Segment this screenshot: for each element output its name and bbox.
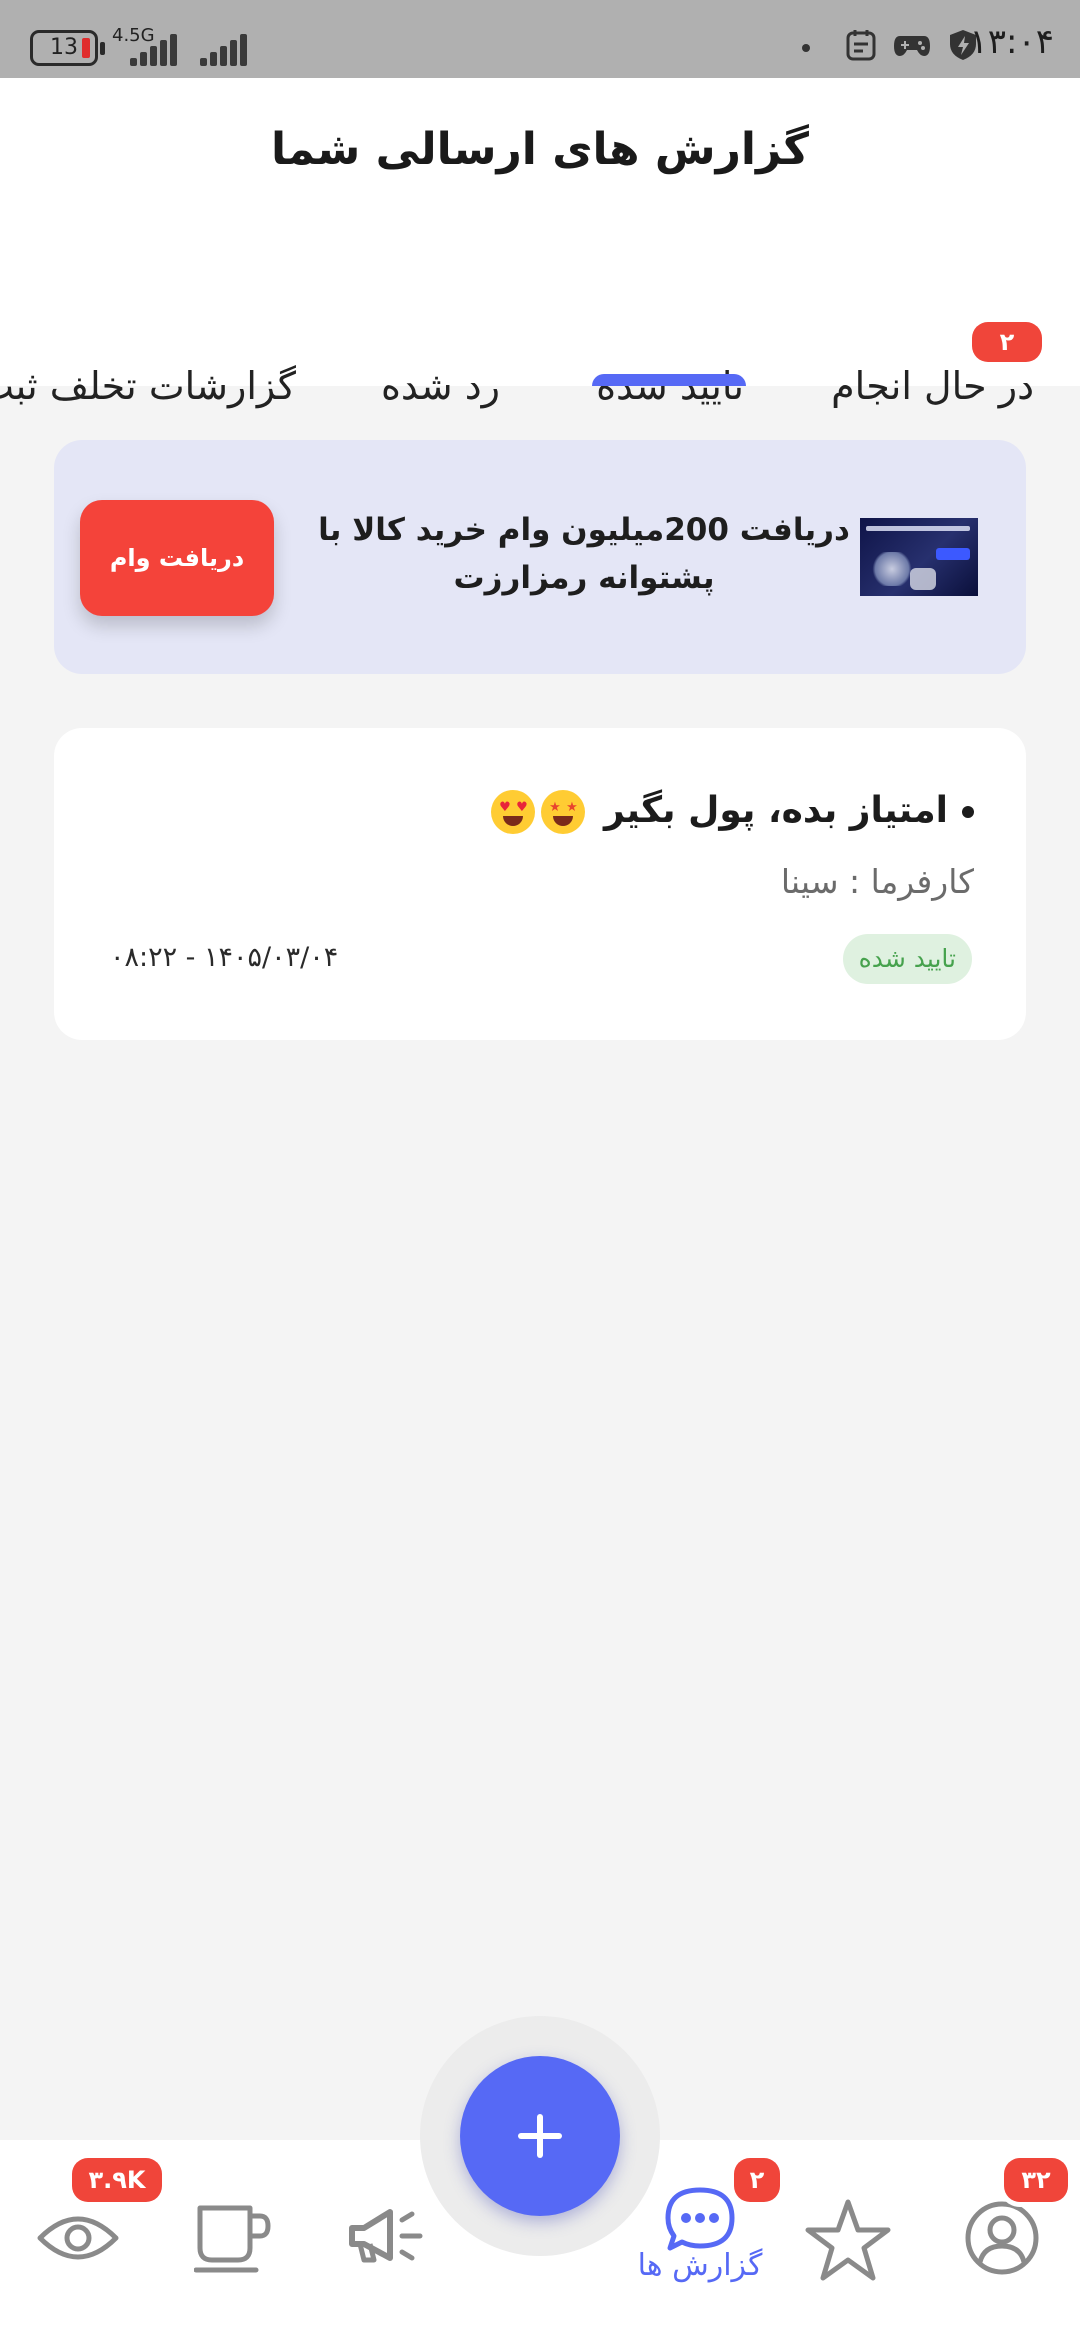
header: گزارش های ارسالی شما در حال انجام ۲ تایی… [0,78,1080,408]
dot-icon [802,44,810,52]
banner-text-line1: دریافت 200میلیون وام خرید کالا با [318,512,850,548]
profile-icon [965,2201,1039,2275]
report-card[interactable]: امتیاز بده، پول بگیر ★ ★ ♥ ♥ کارفرما : سینا… [54,728,1026,1040]
star-struck-emoji-icon: ★ ★ [541,790,586,834]
banner-text-line2: پشتوانه رمزارزت [453,560,715,596]
report-title: امتیاز بده، پول بگیر ★ ★ ♥ ♥ [491,790,974,834]
eye-icon [37,2216,119,2260]
nav-reports-label: گزارش ها [637,2248,763,2283]
cup-icon [194,2205,271,2273]
tab-label: تایید شده [596,364,744,408]
banner-image [860,518,978,596]
star-icon [805,2199,891,2281]
reports-badge: ۲ [734,2158,780,2202]
tab-approved[interactable]: تایید شده [596,364,744,408]
nav-reports[interactable]: گزارش ها [638,2140,762,2340]
banner-text: دریافت 200میلیون وام خرید کالا با پشتوان… [304,506,864,602]
calendar-icon [846,30,876,61]
profile-badge: ۳۲ [1004,2158,1068,2202]
nav-cafe[interactable] [194,2140,274,2340]
nav-announcements[interactable] [348,2140,424,2340]
tab-bar: در حال انجام ۲ تایید شده رد شده گزارشات … [0,278,1080,408]
status-bar: 13 4.5G ۱۳:۰۴ [0,0,1080,78]
add-report-button[interactable] [460,2056,620,2216]
signal-icon-2 [200,34,260,66]
tab-rejected[interactable]: رد شده [381,364,500,408]
heart-eyes-emoji-icon: ♥ ♥ [491,790,536,834]
report-title-text: امتیاز بده، پول بگیر [604,790,948,831]
tab-label: رد شده [380,364,500,408]
status-time: ۱۳:۰۴ [969,22,1054,62]
tab-active-indicator [592,374,746,386]
status-badge: تایید شده [842,934,972,984]
chat-bubble-icon [665,2187,735,2251]
views-badge: ۳.۹K [72,2158,162,2202]
battery-level: 13 [50,35,78,60]
signal-icon [130,34,190,66]
tab-violation-reports[interactable]: گزارشات تخلف ثبت [0,364,296,408]
tab-label: در حال انجام [831,364,1034,408]
bullet-icon [962,806,974,818]
tab-in-progress-badge: ۲ [972,322,1042,362]
tab-in-progress[interactable]: در حال انجام [831,364,1034,408]
get-loan-button[interactable]: دریافت وام [80,500,274,616]
tab-label: گزارشات تخلف ثبت [0,364,296,408]
gamepad-icon [894,36,930,56]
nav-favorites[interactable] [804,2140,892,2340]
battery-icon: 13 [30,30,105,66]
report-date: ۰۸:۲۲ - ۱۴۰۵/۰۳/۰۴ [110,942,339,973]
megaphone-icon [349,2209,423,2263]
report-employer: کارفرما : سینا [780,862,974,901]
page-title: گزارش های ارسالی شما [271,124,809,175]
loan-banner[interactable]: دریافت 200میلیون وام خرید کالا با پشتوان… [54,440,1026,674]
